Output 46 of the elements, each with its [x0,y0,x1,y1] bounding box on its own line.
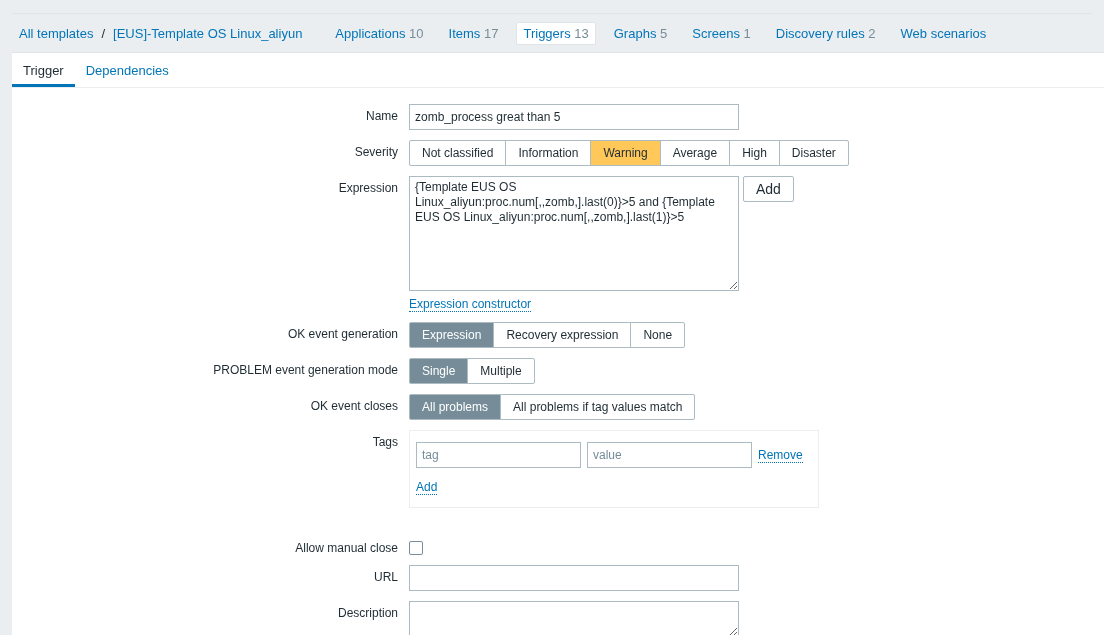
breadcrumb-link[interactable]: All templates [19,25,94,41]
tab[interactable]: Trigger [12,53,75,87]
expression-constructor-link[interactable]: Expression constructor [409,297,532,312]
tab[interactable]: Dependencies [74,53,180,87]
nav-tab[interactable]: Items 17 [441,21,506,45]
name-field[interactable]: zomb_process great than 5 [409,104,739,130]
segment-option[interactable]: Warning [590,140,661,166]
segment-option[interactable]: None [630,322,686,348]
field-label: URL [373,569,398,586]
segment-option[interactable]: Expression [409,322,495,348]
add-link[interactable]: Add [416,480,438,495]
segment-option[interactable]: Average [659,140,731,166]
field-label: Expression [337,180,398,197]
field-label: PROBLEM event generation mode [212,362,398,379]
url-field[interactable] [409,565,739,591]
segment-option[interactable]: Multiple [467,358,535,384]
nav-tab[interactable]: Web scenarios [893,21,994,45]
field-label: Severity [353,144,398,161]
segment-option[interactable]: Disaster [778,140,849,166]
segment-option[interactable]: Single [409,358,469,384]
remove-link[interactable]: Remove [758,447,803,463]
nav-tab[interactable]: Discovery rules 2 [768,21,883,45]
nav-tab[interactable]: Graphs 5 [606,21,675,45]
tag-field[interactable]: tag [416,442,581,468]
segment-option[interactable]: All problems [409,394,502,420]
field-label: OK event closes [309,398,398,415]
value-field[interactable]: value [587,442,752,468]
segment-option[interactable]: Not classified [409,140,507,166]
description-field[interactable] [409,601,739,635]
breadcrumb-link[interactable]: [EUS]-Template OS Linux_aliyun [113,25,303,41]
expression-field[interactable]: {Template EUS OS Linux_aliyun:proc.num[,,zomb,].last(0)}>5 and {Template EUS OS Linux_aliyun:proc.num[,,zomb,].last(1)}>5 [409,176,739,291]
breadcrumb-separator: / [101,25,106,41]
segment-option[interactable]: High [729,140,780,166]
field-label: Name [365,108,398,125]
nav-tab[interactable]: Screens 1 [685,21,758,45]
nav-tab[interactable]: Triggers 13 [516,21,596,45]
field-label: Description [336,605,398,622]
field-label: Allow manual close [294,540,398,555]
segment-option[interactable]: All problems if tag values match [500,394,696,420]
field-label: OK event generation [286,326,398,343]
add-button[interactable]: Add [743,176,794,202]
field-label: Tags [371,434,398,451]
checkbox[interactable] [409,541,423,555]
segment-option[interactable]: Information [505,140,592,166]
segment-option[interactable]: Recovery expression [493,322,632,348]
nav-tab[interactable]: Applications 10 [328,21,431,45]
